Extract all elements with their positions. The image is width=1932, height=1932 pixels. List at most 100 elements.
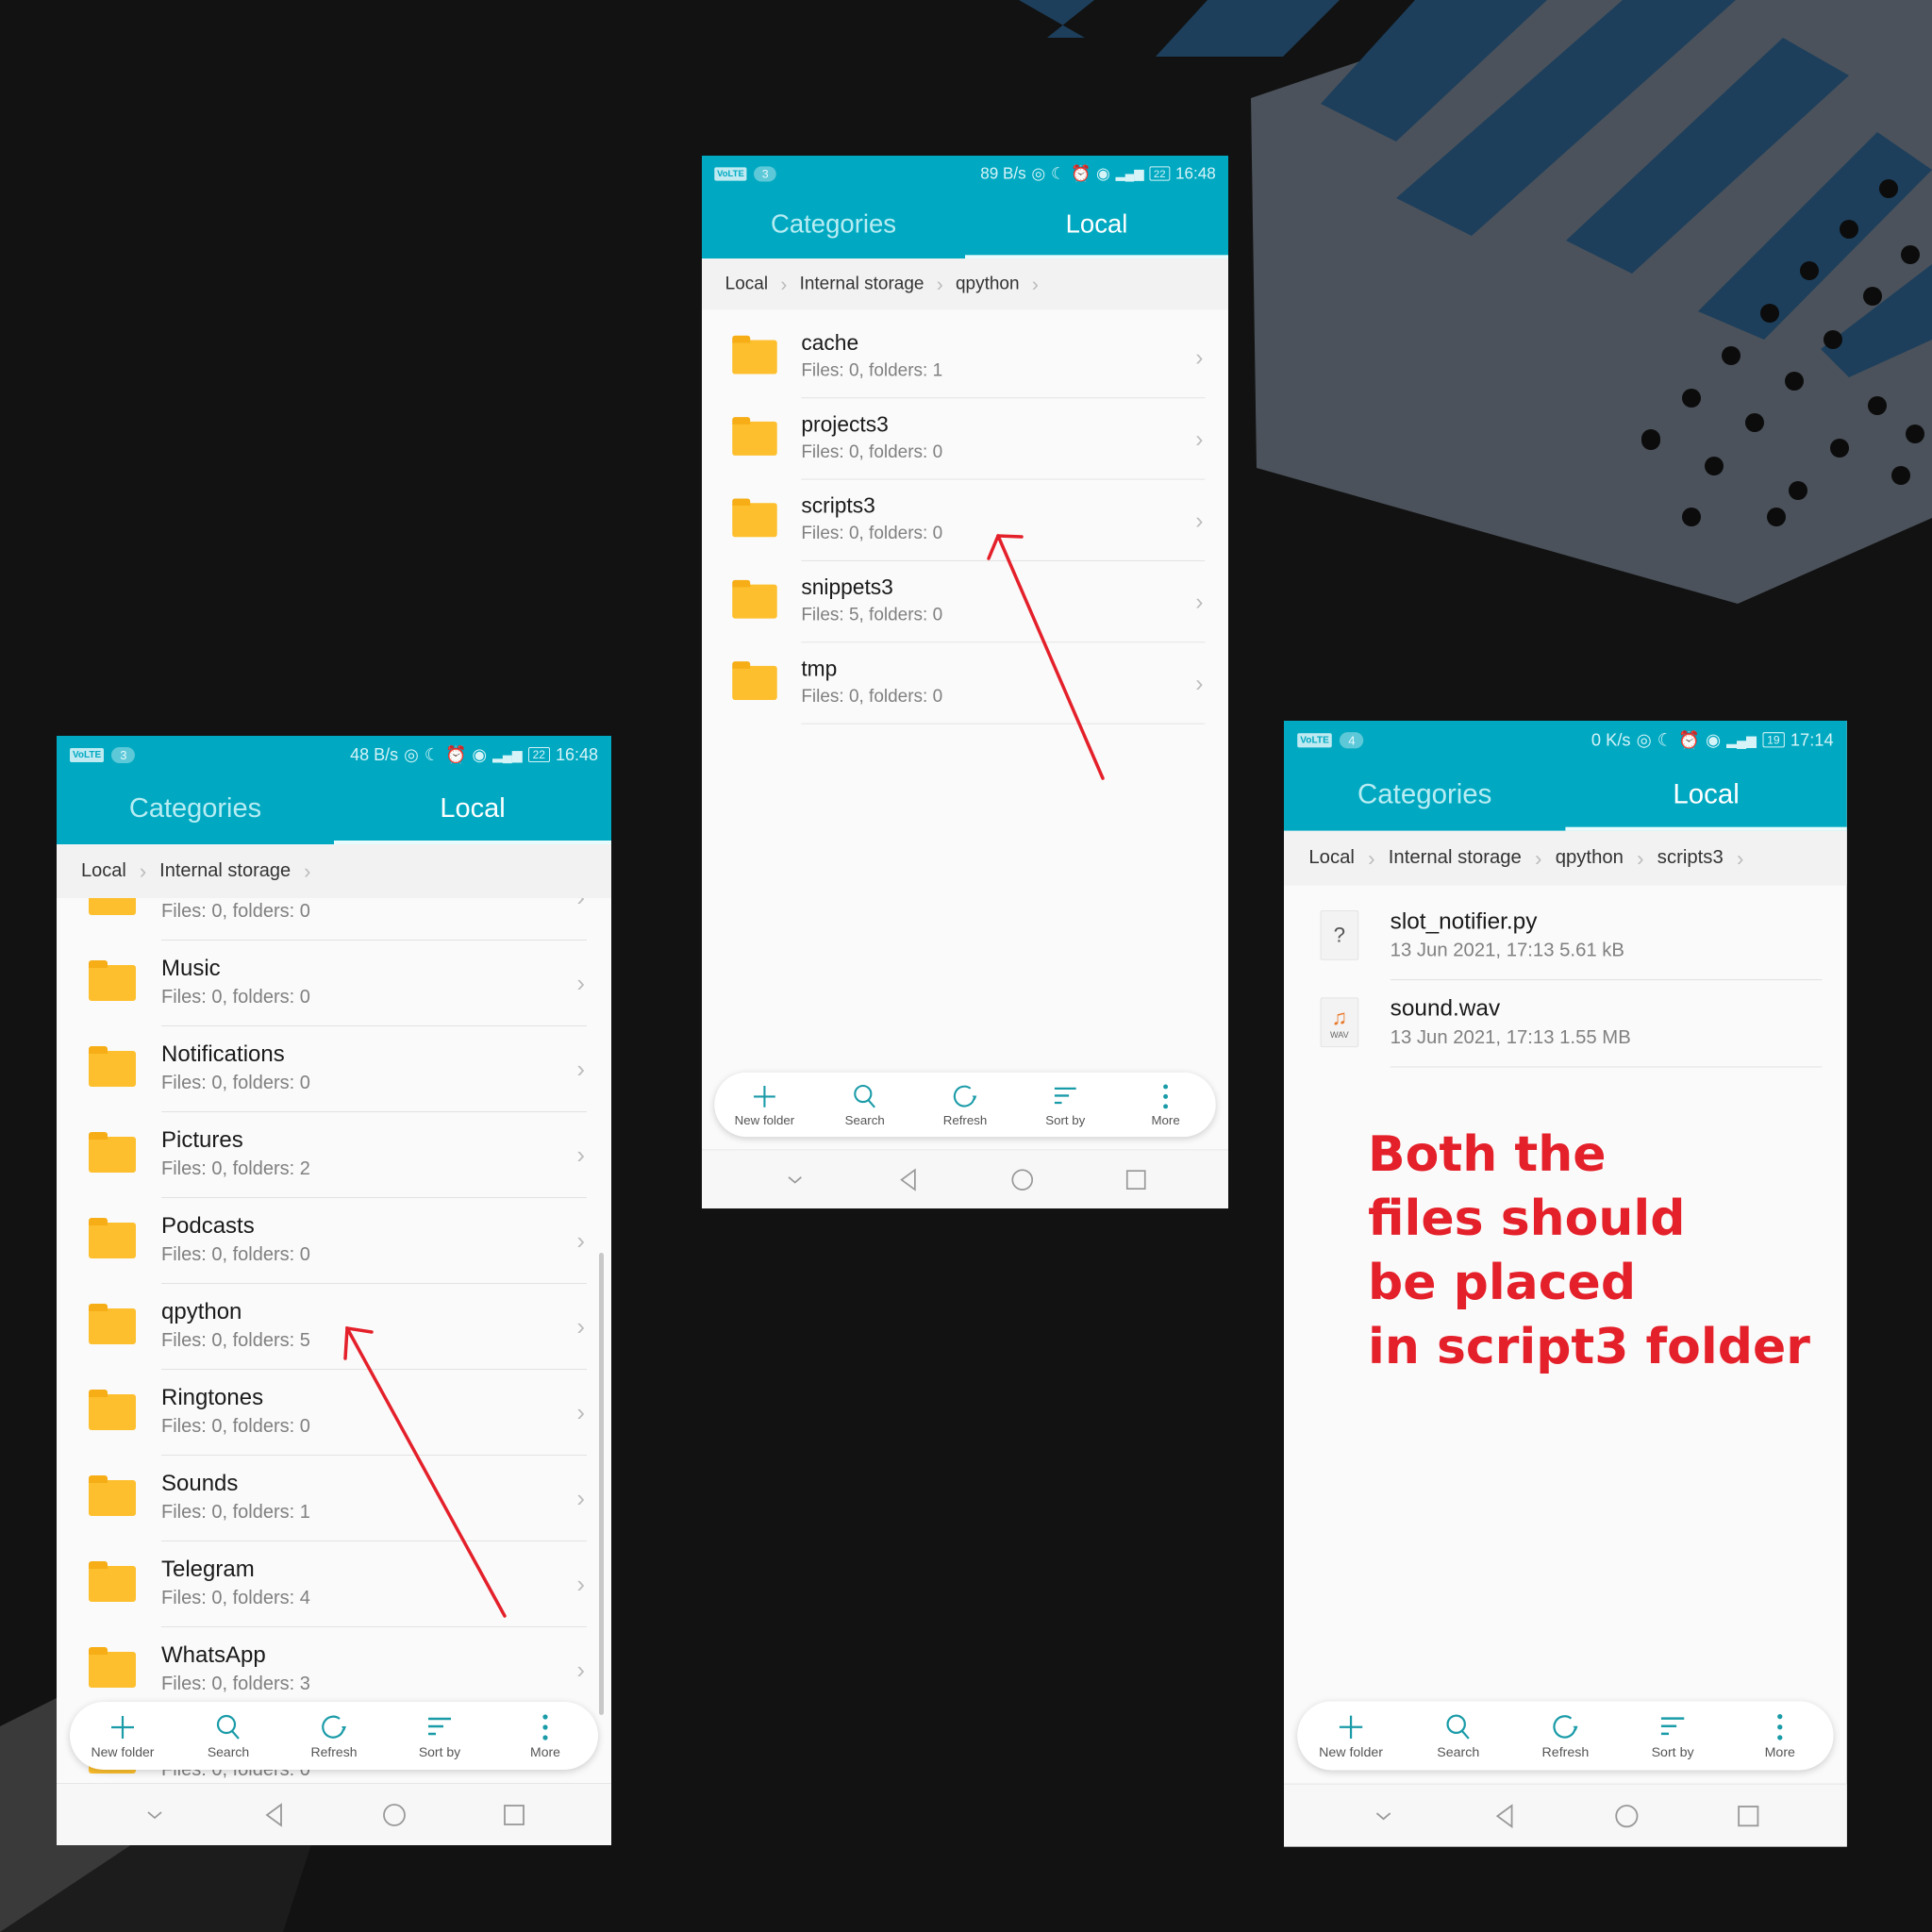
tab-local[interactable]: Local <box>965 192 1229 259</box>
search-icon <box>216 1714 240 1740</box>
folder-row[interactable]: scripts3 Files: 0, folders: 0 › <box>702 480 1228 561</box>
refresh-button[interactable]: Refresh <box>915 1073 1015 1137</box>
bottom-toolbar: New folder Search Refresh Sort by More <box>1297 1701 1834 1771</box>
chevron-right-icon: › <box>1535 845 1542 870</box>
tab-categories[interactable]: Categories <box>57 774 334 844</box>
tab-categories[interactable]: Categories <box>1284 759 1565 831</box>
file-type: WAV <box>1329 1029 1349 1040</box>
home-icon[interactable] <box>1612 1801 1641 1829</box>
home-icon[interactable] <box>380 1801 408 1829</box>
chevron-down-icon[interactable] <box>141 1801 169 1829</box>
chevron-right-icon: › <box>576 1656 585 1684</box>
new-folder-button[interactable]: New folder <box>714 1073 814 1137</box>
chevron-down-icon[interactable] <box>781 1166 808 1192</box>
chevron-right-icon: › <box>1195 343 1204 371</box>
breadcrumb-item[interactable]: Internal storage <box>800 274 924 294</box>
chevron-right-icon: › <box>576 1484 585 1512</box>
clock: 16:48 <box>1174 164 1216 182</box>
home-icon[interactable] <box>1008 1166 1035 1192</box>
recents-icon[interactable] <box>1734 1801 1762 1829</box>
breadcrumb-item[interactable]: scripts3 <box>1657 847 1724 869</box>
folder-row[interactable]: Notifications Files: 0, folders: 0 › <box>57 1026 611 1112</box>
alarm-icon: ⏰ <box>1678 729 1700 749</box>
search-button[interactable]: Search <box>815 1073 915 1137</box>
more-button[interactable]: More <box>1115 1073 1215 1137</box>
navigation-bar <box>702 1149 1229 1209</box>
sort-by-button[interactable]: Sort by <box>387 1702 492 1770</box>
folder-row[interactable]: snippets3 Files: 5, folders: 0 › <box>702 561 1228 643</box>
hotspot-icon: ◎ <box>1636 729 1652 749</box>
chevron-right-icon: › <box>1736 845 1744 870</box>
new-folder-button[interactable]: New folder <box>70 1702 175 1770</box>
divider <box>801 723 1206 724</box>
sort-icon <box>1660 1717 1685 1736</box>
sort-icon <box>1054 1087 1076 1105</box>
folder-name: Notifications <box>161 1041 285 1067</box>
breadcrumb: Local › Internal storage › qpython › scripts3 › <box>1284 830 1847 886</box>
folder-row[interactable]: Music Files: 0, folders: 0 › <box>57 941 611 1026</box>
back-icon[interactable] <box>895 1166 922 1192</box>
breadcrumb-item[interactable]: Local <box>1308 847 1355 869</box>
folder-name: projects3 <box>801 412 889 437</box>
search-button[interactable]: Search <box>175 1702 281 1770</box>
folder-row[interactable]: WhatsApp Files: 0, folders: 3 › <box>57 1627 611 1713</box>
tab-local[interactable]: Local <box>334 774 611 844</box>
annotation-line: be placed <box>1368 1255 1637 1311</box>
toolbar-label: More <box>1151 1112 1180 1127</box>
breadcrumb-item[interactable]: Local <box>81 860 126 882</box>
audio-file-icon: ♫ WAV <box>1320 997 1359 1048</box>
sort-by-button[interactable]: Sort by <box>1619 1701 1726 1770</box>
toolbar-label: Refresh <box>310 1744 358 1759</box>
folder-row[interactable]: Pictures Files: 0, folders: 2 › <box>57 1112 611 1198</box>
chevron-right-icon: › <box>1195 507 1204 534</box>
chevron-right-icon: › <box>576 1312 585 1341</box>
folder-row[interactable]: Telegram Files: 0, folders: 4 › <box>57 1541 611 1627</box>
breadcrumb-item[interactable]: Internal storage <box>159 860 291 882</box>
file-row[interactable]: ? slot_notifier.py 13 Jun 2021, 17:13 5.… <box>1284 893 1847 981</box>
sort-by-button[interactable]: Sort by <box>1015 1073 1115 1137</box>
more-button[interactable]: More <box>492 1702 598 1770</box>
breadcrumb-item[interactable]: Internal storage <box>1389 847 1522 869</box>
breadcrumb-item[interactable]: qpython <box>956 274 1020 294</box>
recents-icon[interactable] <box>1123 1166 1149 1192</box>
recents-icon[interactable] <box>500 1801 528 1829</box>
toolbar-label: Refresh <box>942 1112 988 1127</box>
folder-row[interactable]: cache Files: 0, folders: 1 › <box>702 317 1228 399</box>
folder-row[interactable]: tmp Files: 0, folders: 0 › <box>702 642 1228 724</box>
unknown-file-icon: ? <box>1320 909 1359 960</box>
folder-details: Files: 0, folders: 4 <box>161 1588 310 1608</box>
chevron-right-icon: › <box>576 1226 585 1255</box>
folder-row[interactable]: qpython Files: 0, folders: 5 › <box>57 1284 611 1370</box>
folder-row[interactable]: projects3 Files: 0, folders: 0 › <box>702 398 1228 480</box>
tab-local[interactable]: Local <box>1565 759 1847 831</box>
refresh-button[interactable]: Refresh <box>1512 1701 1620 1770</box>
folder-name: scripts3 <box>801 493 875 519</box>
folder-row[interactable]: Sounds Files: 0, folders: 1 › <box>57 1456 611 1541</box>
folder-icon <box>89 1218 136 1258</box>
back-icon[interactable] <box>260 1801 289 1829</box>
new-folder-button[interactable]: New folder <box>1297 1701 1405 1770</box>
folder-details: Files: 5, folders: 0 <box>801 605 943 625</box>
search-icon <box>1446 1714 1470 1740</box>
folder-row[interactable]: Podcasts Files: 0, folders: 0 › <box>57 1198 611 1284</box>
moon-icon: ☾ <box>1050 164 1066 182</box>
moon-icon: ☾ <box>1657 729 1674 749</box>
folder-row[interactable]: Ringtones Files: 0, folders: 0 › <box>57 1370 611 1456</box>
toolbar-label: New folder <box>1319 1744 1384 1760</box>
chevron-right-icon: › <box>576 969 585 997</box>
breadcrumb-item[interactable]: Local <box>725 274 768 294</box>
folder-icon <box>89 1475 136 1516</box>
status-bar: VoLTE 3 89 B/s ◎ ☾ ⏰ ◉ ▂▄▆ 22 16:48 <box>702 156 1228 192</box>
refresh-button[interactable]: Refresh <box>281 1702 387 1770</box>
chevron-down-icon[interactable] <box>1369 1801 1397 1829</box>
search-button[interactable]: Search <box>1405 1701 1512 1770</box>
folder-row[interactable]: Files: 0, folders: 0 › <box>57 898 611 941</box>
breadcrumb-item[interactable]: qpython <box>1556 847 1624 869</box>
tab-categories[interactable]: Categories <box>702 192 965 258</box>
folder-icon <box>89 1304 136 1344</box>
scrollbar[interactable] <box>599 1253 604 1715</box>
more-button[interactable]: More <box>1726 1701 1834 1770</box>
back-icon[interactable] <box>1491 1801 1519 1829</box>
file-row[interactable]: ♫ WAV sound.wav 13 Jun 2021, 17:13 1.55 M… <box>1284 980 1847 1068</box>
plus-icon <box>1339 1715 1363 1739</box>
